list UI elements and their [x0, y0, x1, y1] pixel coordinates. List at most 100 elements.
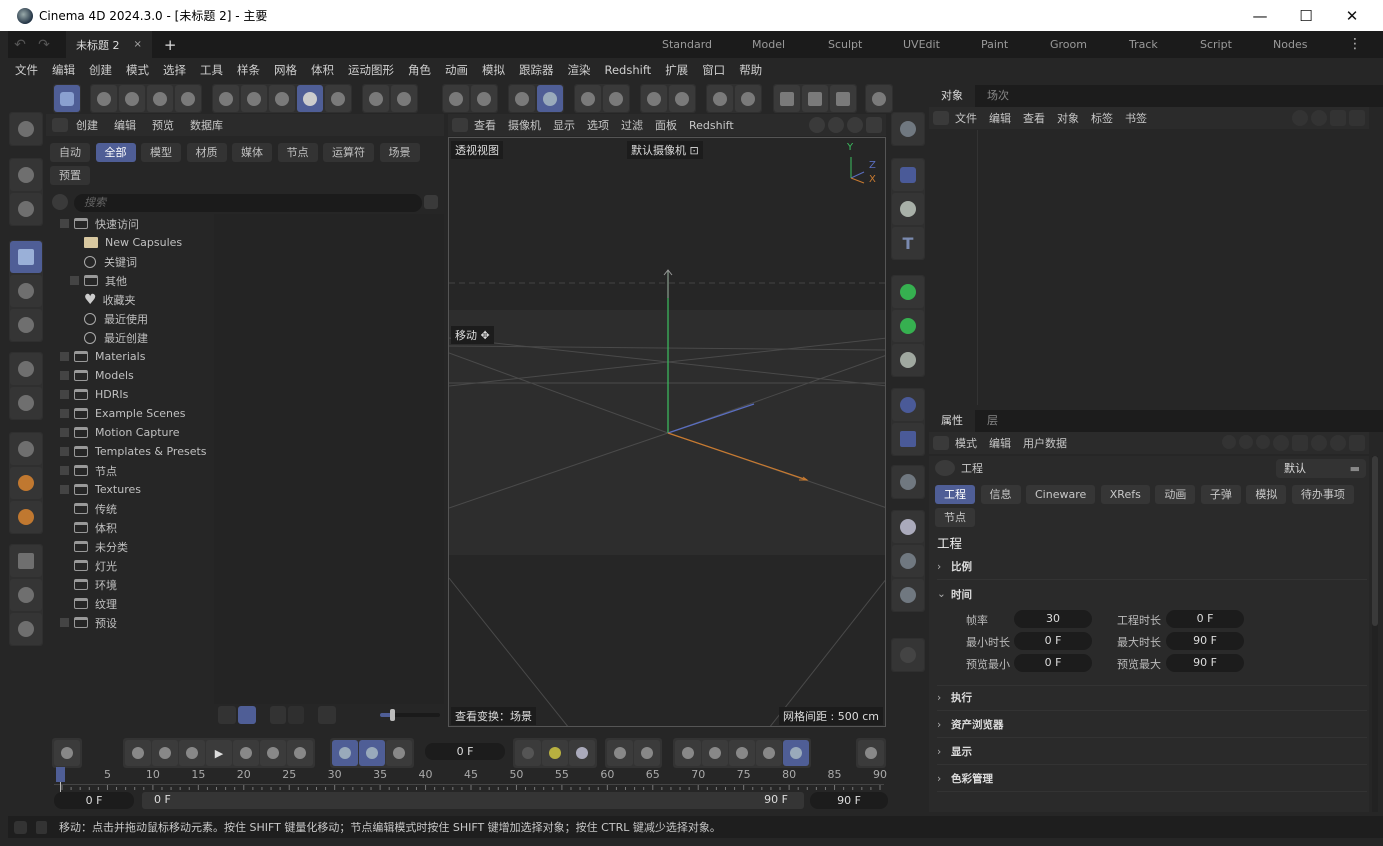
menu-redshift[interactable]: Redshift [598, 63, 659, 77]
cube-button[interactable] [892, 159, 924, 191]
group-color-management[interactable]: › 色彩管理 [937, 766, 1367, 792]
solo-mode-button[interactable] [603, 85, 629, 112]
filter-scenes[interactable]: 场景 [379, 143, 420, 162]
enable-axis-button[interactable] [707, 85, 733, 112]
scrollbar-thumb[interactable] [1372, 456, 1378, 626]
extra-tool-button[interactable] [892, 639, 924, 671]
sound-button[interactable] [386, 740, 412, 766]
filter-icon[interactable] [1292, 435, 1308, 451]
tree-item[interactable]: 体积 [52, 518, 214, 537]
playhead[interactable] [56, 767, 65, 782]
clone-points-button[interactable] [10, 501, 42, 533]
menu-select[interactable]: 选择 [156, 62, 193, 78]
preview-min-field[interactable]: 0 F [1014, 654, 1092, 672]
tree-item[interactable]: ♥ 收藏夹 [52, 290, 214, 309]
effector-button[interactable] [892, 344, 924, 376]
menu-spline[interactable]: 样条 [230, 62, 267, 78]
menu-window[interactable]: 窗口 [695, 62, 732, 78]
objects-menu-tags[interactable]: 标签 [1085, 110, 1119, 126]
viewport-menu-display[interactable]: 显示 [547, 117, 581, 133]
knife-tool-button[interactable] [10, 353, 42, 385]
layout-groom[interactable]: Groom [1050, 31, 1087, 58]
section-tab-info[interactable]: 信息 [980, 485, 1021, 504]
layout-script[interactable]: Script [1200, 31, 1232, 58]
section-tab-xrefs[interactable]: XRefs [1100, 485, 1150, 504]
viewport-menu-redshift[interactable]: Redshift [683, 119, 740, 132]
status-toggle-icon[interactable] [36, 820, 47, 834]
bend-deformer-button[interactable] [892, 466, 924, 498]
weight-tool-button[interactable] [10, 613, 42, 645]
object-mode-button[interactable] [119, 85, 145, 112]
position-key-button[interactable] [607, 740, 633, 766]
slider-handle[interactable] [390, 709, 395, 721]
expand-toggle-icon[interactable] [60, 219, 69, 228]
objects-menu-bookmarks[interactable]: 书签 [1119, 110, 1153, 126]
section-tab-cineware[interactable]: Cineware [1026, 485, 1096, 504]
close-button[interactable]: ✕ [1329, 0, 1375, 31]
asset-menu-create[interactable]: 创建 [68, 117, 106, 133]
tree-item[interactable]: 预设 [52, 613, 214, 632]
objects-menu-view[interactable]: 查看 [1017, 110, 1051, 126]
min-time-field[interactable]: 0 F [1014, 632, 1092, 650]
asset-menu-edit[interactable]: 编辑 [106, 117, 144, 133]
rect-selection-button[interactable] [10, 193, 42, 225]
column-divider[interactable] [977, 130, 978, 405]
next-key-button[interactable] [260, 740, 286, 766]
animation-mode-button[interactable] [147, 85, 173, 112]
objects-menu-file[interactable]: 文件 [949, 110, 983, 126]
zoom-view-icon[interactable] [828, 117, 844, 133]
tree-item[interactable]: 传统 [52, 499, 214, 518]
redshift-render-button[interactable] [325, 85, 351, 112]
tree-item[interactable]: HDRIs [52, 385, 214, 404]
preview-max-field[interactable]: 90 F [1166, 654, 1244, 672]
more-layouts-icon[interactable]: ⋮ [1348, 31, 1362, 58]
expand-toggle-icon[interactable] [60, 485, 69, 494]
new-tab-button[interactable]: + [164, 36, 177, 54]
group-time[interactable]: ⌄ 时间 [937, 581, 1367, 607]
menu-mograph[interactable]: 运动图形 [341, 62, 401, 78]
tree-item[interactable]: Materials [52, 347, 214, 366]
attributes-menu-userdata[interactable]: 用户数据 [1017, 435, 1073, 451]
modeling-axis-button[interactable] [363, 85, 389, 112]
project-length-field[interactable]: 0 F [1166, 610, 1244, 628]
tweak-mode-button[interactable] [735, 85, 761, 112]
menu-character[interactable]: 角色 [401, 62, 438, 78]
expand-toggle-icon[interactable] [60, 466, 69, 475]
current-frame-field[interactable]: 0 F [425, 743, 505, 760]
toggle-view-icon[interactable] [866, 117, 882, 133]
layout-sculpt[interactable]: Sculpt [828, 31, 862, 58]
menu-mesh[interactable]: 网格 [267, 62, 304, 78]
close-tab-icon[interactable]: × [134, 39, 142, 50]
orbit-icon[interactable] [847, 117, 863, 133]
expand-toggle-icon[interactable] [60, 618, 69, 627]
thumbnail-size-slider[interactable] [380, 709, 440, 721]
new-window-icon[interactable] [1349, 435, 1365, 451]
back-icon[interactable] [1222, 435, 1236, 449]
timeline-window-button[interactable] [858, 740, 884, 766]
expand-toggle-icon[interactable] [60, 390, 69, 399]
viewport-display-button[interactable] [774, 85, 800, 112]
record-button[interactable] [515, 740, 541, 766]
key-pla-button[interactable] [783, 740, 809, 766]
filter-models[interactable]: 模型 [141, 143, 181, 162]
preset-dropdown[interactable]: 默认 ▬ [1276, 459, 1366, 478]
attributes-menu-edit[interactable]: 编辑 [983, 435, 1017, 451]
grid-view-icon[interactable] [238, 706, 256, 724]
max-time-field[interactable]: 90 F [1166, 632, 1244, 650]
layout-model[interactable]: Model [752, 31, 785, 58]
go-to-start-button[interactable] [125, 740, 151, 766]
menu-render[interactable]: 渲染 [561, 62, 598, 78]
panel-grip-icon[interactable] [52, 118, 68, 132]
tree-item[interactable]: 未分类 [52, 537, 214, 556]
attributes-scrollbar[interactable] [1372, 456, 1378, 812]
camera-button[interactable] [892, 545, 924, 577]
group-display[interactable]: › 显示 [937, 739, 1367, 765]
tree-item[interactable]: 灯光 [52, 556, 214, 575]
asset-menu-preview[interactable]: 预览 [144, 117, 182, 133]
search-icon[interactable] [1292, 110, 1308, 126]
menu-simulate[interactable]: 模拟 [475, 62, 512, 78]
object-list[interactable] [929, 130, 1369, 405]
previous-frame-button[interactable] [179, 740, 205, 766]
go-to-end-button[interactable] [287, 740, 313, 766]
viewport-grip-icon[interactable] [452, 118, 468, 132]
